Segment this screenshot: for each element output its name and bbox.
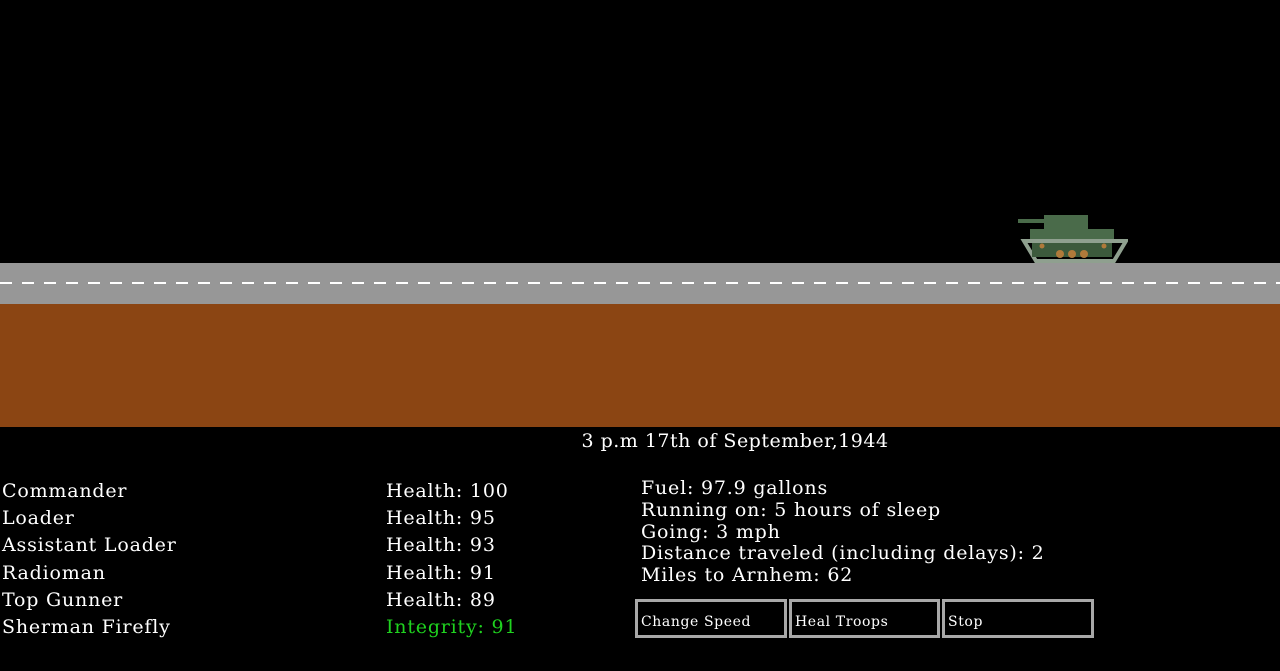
commander-health: Health: 100 [386,480,509,502]
stop-button[interactable]: Stop [942,599,1094,638]
top-gunner-health: Health: 89 [386,588,496,611]
road-center-line [0,282,1280,284]
crew-list: Commander Loader Assistant Loader Radiom… [2,478,177,641]
dirt-ground [0,304,1280,427]
game-scene [0,0,1280,427]
tank-integrity: Integrity: 91 [386,615,518,638]
road [0,263,1280,304]
tank-wheel [1056,250,1064,258]
tank-name: Sherman Firefly [2,615,171,638]
tank-wheel [1068,250,1076,258]
change-speed-button[interactable]: Change Speed [635,599,787,638]
crew-role-commander: Commander [2,480,128,502]
crew-role-top-gunner: Top Gunner [2,588,124,611]
radioman-health: Health: 91 [386,561,496,584]
crew-role-assistant-loader: Assistant Loader [2,534,177,557]
date-display: 3 p.m 17th of September,1944 [581,430,889,452]
tank-wheel [1080,250,1088,258]
crew-role-radioman: Radioman [2,561,106,584]
tank-turret [1044,215,1088,231]
distance-readout: Distance traveled (including delays): 2 [641,542,1045,565]
loader-health: Health: 95 [386,507,496,530]
fuel-readout: Fuel: 97.9 gallons [641,477,828,499]
tank-sprite [1018,215,1128,263]
heal-troops-button[interactable]: Heal Troops [789,599,940,638]
journey-stats: Fuel: 97.9 gallons Running on: 5 hours o… [641,477,1045,587]
assistant-loader-health: Health: 93 [386,534,496,557]
tank-wheel [1039,243,1045,249]
tank-wheel [1101,243,1107,249]
miles-remaining-readout: Miles to Arnhem: 62 [641,564,854,587]
speed-readout: Going: 3 mph [641,520,781,543]
crew-health-list: Health: 100 Health: 95 Health: 93 Health… [386,478,517,641]
sleep-readout: Running on: 5 hours of sleep [641,498,941,521]
crew-role-loader: Loader [2,507,75,530]
